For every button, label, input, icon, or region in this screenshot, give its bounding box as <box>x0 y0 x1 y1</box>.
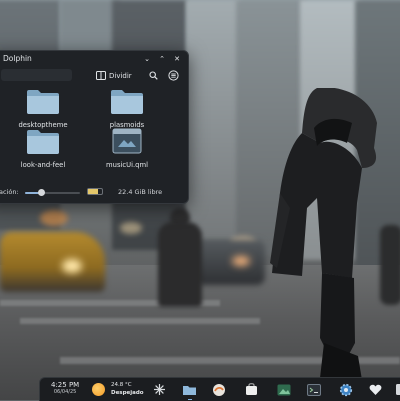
folder-icon <box>25 127 61 155</box>
zoom-slider-handle[interactable] <box>38 189 45 196</box>
wallpaper-light <box>120 222 142 234</box>
qml-file-icon <box>112 127 142 155</box>
wallpaper-headlight <box>62 259 82 273</box>
network-icon[interactable] <box>152 382 167 397</box>
location-bar[interactable] <box>1 69 72 81</box>
wallpaper-building <box>186 0 241 240</box>
window-titlebar[interactable]: Dolphin ⌄ ⌃ ✕ <box>0 51 188 67</box>
folder-icon[interactable] <box>182 382 197 397</box>
wallpaper-headlight <box>232 256 250 266</box>
menu-button[interactable] <box>167 69 180 82</box>
clock-date: 06/04/25 <box>51 389 79 396</box>
free-space-bar <box>87 188 103 195</box>
zoom-slider[interactable] <box>25 192 80 194</box>
weather-temperature: 24.8 °C <box>111 381 144 389</box>
weather-widget[interactable]: 24.8 °C Despejado <box>111 381 144 397</box>
digital-clock[interactable]: 4:25 PM 06/04/25 <box>51 381 79 396</box>
window-title: Dolphin <box>3 54 32 63</box>
search-icon <box>149 71 158 80</box>
close-button[interactable]: ✕ <box>172 54 182 64</box>
wallpaper-crosswalk <box>20 318 260 324</box>
panel-edge-icon[interactable] <box>392 382 400 397</box>
folder-icon <box>109 87 145 115</box>
free-space-fill <box>88 189 98 194</box>
wallpaper-car <box>195 240 265 285</box>
weather-condition: Despejado <box>111 389 144 397</box>
split-view-icon <box>96 71 106 80</box>
file-name: look-and-feel <box>1 161 85 169</box>
taskbar-panel: 4:25 PM 06/04/25 24.8 °C Despejado <box>39 377 400 401</box>
split-view-button[interactable]: Dividir <box>96 69 132 82</box>
file-item[interactable]: look-and-feel <box>1 127 85 169</box>
search-button[interactable] <box>147 69 160 82</box>
file-item[interactable]: musicUi.qml <box>85 127 169 169</box>
minimize-button[interactable]: ⌄ <box>142 54 152 64</box>
weather-sun-icon[interactable] <box>92 383 105 396</box>
free-space-label: 22.4 GiB libre <box>118 188 162 196</box>
zoom-label: ación: <box>0 188 19 196</box>
toolbar: Dividir <box>0 68 188 85</box>
wallpaper-light <box>40 210 68 226</box>
file-item[interactable]: plasmoids <box>85 87 169 129</box>
maximize-button[interactable]: ⌃ <box>157 54 167 64</box>
window-controls: ⌄ ⌃ ✕ <box>142 54 182 64</box>
app-store-icon[interactable] <box>244 382 259 397</box>
settings-icon[interactable] <box>338 382 353 397</box>
split-view-label: Dividir <box>109 72 132 80</box>
wallpaper-hooded-figure <box>262 88 397 388</box>
clock-time: 4:25 PM <box>51 381 79 389</box>
file-item[interactable]: desktoptheme <box>1 87 85 129</box>
folder-icon <box>25 87 61 115</box>
wallpaper-taxi <box>0 232 105 292</box>
file-manager-window: Dolphin ⌄ ⌃ ✕ Dividir <box>0 50 189 204</box>
favorite-icon[interactable] <box>368 382 383 397</box>
terminal-icon[interactable] <box>306 382 321 397</box>
music-player-icon[interactable] <box>211 382 226 397</box>
image-viewer-icon[interactable] <box>276 382 291 397</box>
status-bar: ación: 22.4 GiB libre <box>0 184 188 200</box>
wallpaper-pedestrian <box>158 222 202 307</box>
hamburger-menu-icon <box>168 70 179 81</box>
file-name: musicUi.qml <box>85 161 169 169</box>
